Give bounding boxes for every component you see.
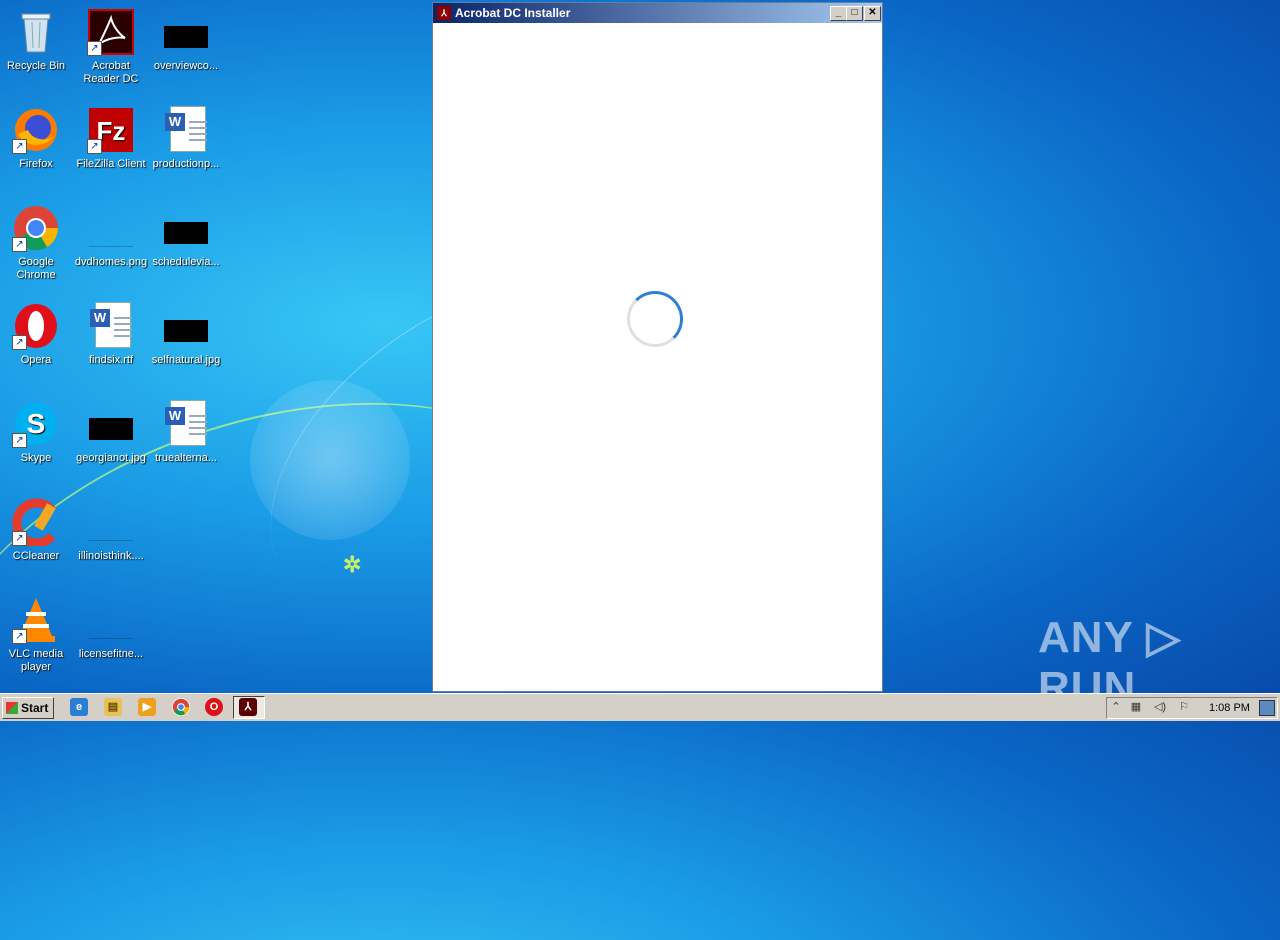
taskbar: Start e ▤ ▶ O ⅄ ⌃ ▦ ◁) ⚐ 1:08 PM (0, 693, 1280, 721)
network-icon[interactable]: ▦ (1129, 700, 1143, 714)
desktop-icon-label: Firefox (19, 158, 53, 170)
desktop-icon-label: overviewco... (153, 60, 219, 72)
shortcut-arrow-icon: ↗ (12, 433, 27, 448)
image-file-icon (162, 204, 210, 252)
clock[interactable]: 1:08 PM (1209, 698, 1250, 718)
shortcut-arrow-icon: ↗ (12, 335, 27, 350)
desktop-icon-label: FileZilla Client (76, 158, 146, 170)
desktop-icon-label: findsix.rtf (88, 354, 133, 366)
loading-spinner-icon (627, 291, 683, 347)
desktop-icon-label: VLC media player (8, 648, 64, 673)
acrobat-icon: ⅄ (437, 6, 451, 20)
image-file-icon (87, 204, 135, 252)
file-icon (87, 498, 135, 546)
installer-window[interactable]: ⅄ Acrobat DC Installer _ □ ✕ (432, 2, 883, 692)
desktop-icon-label: Recycle Bin (6, 60, 66, 72)
opera-icon[interactable]: O (205, 698, 223, 716)
desktop-icon-ccleaner[interactable]: ↗ CCleaner (0, 498, 74, 563)
shortcut-arrow-icon: ↗ (12, 531, 27, 546)
vlc-icon: ↗ (12, 596, 60, 644)
desktop-icon-recycle-bin[interactable]: Recycle Bin (0, 8, 74, 73)
desktop-icon-label: productionp... (152, 158, 220, 170)
desktop-icon-licensefitne[interactable]: licensefitne... (73, 596, 149, 661)
maximize-button[interactable]: □ (846, 6, 863, 21)
svg-text:S: S (27, 408, 46, 439)
shortcut-arrow-icon: ↗ (12, 237, 27, 252)
skype-icon: S ↗ (12, 400, 60, 448)
desktop-icon-schedulevia[interactable]: schedulevia... (148, 204, 224, 269)
desktop-icon-label: Skype (20, 452, 52, 464)
acrobat-icon: ↗ (87, 8, 135, 56)
desktop-icon-acrobat-reader[interactable]: ↗ Acrobat Reader DC (73, 8, 149, 86)
desktop-icon-google-chrome[interactable]: ↗ Google Chrome (0, 204, 74, 282)
desktop-icon-illinoisthink[interactable]: illinoisthink.... (73, 498, 149, 563)
word-document-icon: W (162, 400, 210, 448)
firefox-icon: ↗ (12, 106, 60, 154)
internet-explorer-icon[interactable]: e (70, 698, 88, 716)
start-button[interactable]: Start (2, 697, 54, 719)
desktop-icon-label: schedulevia... (152, 256, 220, 268)
desktop-icon-label: truealterna... (155, 452, 217, 464)
close-button[interactable]: ✕ (864, 6, 881, 21)
chrome-icon: ↗ (12, 204, 60, 252)
desktop-icon-filezilla[interactable]: Fz ↗ FileZilla Client (73, 106, 149, 171)
shortcut-arrow-icon: ↗ (12, 629, 27, 644)
word-document-icon: W (162, 106, 210, 154)
system-tray: ⌃ ▦ ◁) ⚐ 1:08 PM (1106, 697, 1278, 719)
desktop-icon-selfnatural[interactable]: selfnatural.jpg (148, 302, 224, 367)
desktop-icon-findsix[interactable]: W findsix.rtf (73, 302, 149, 367)
desktop-icon-label: Google Chrome (16, 256, 56, 281)
window-titlebar[interactable]: ⅄ Acrobat DC Installer _ □ ✕ (433, 3, 882, 23)
taskbar-item-acrobat-installer[interactable]: ⅄ (233, 696, 265, 719)
desktop-icon-dvdhomes[interactable]: dvdhomes.png (73, 204, 149, 269)
word-document-icon: W (87, 302, 135, 350)
image-file-icon (162, 302, 210, 350)
shortcut-arrow-icon: ↗ (12, 139, 27, 154)
ccleaner-icon: ↗ (12, 498, 60, 548)
file-icon (87, 596, 135, 644)
desktop-icon-label: licensefitne... (78, 648, 144, 660)
image-file-icon (162, 8, 210, 56)
desktop-icon-label: Opera (20, 354, 52, 366)
desktop-icon-label: CCleaner (12, 550, 60, 562)
volume-icon[interactable]: ◁) (1153, 700, 1167, 714)
desktop-icon-vlc[interactable]: ↗ VLC media player (0, 596, 74, 674)
acrobat-icon: ⅄ (239, 698, 257, 716)
image-file-icon (87, 400, 135, 448)
desktop-icon-overviewco[interactable]: overviewco... (148, 8, 224, 73)
chrome-icon[interactable] (172, 698, 190, 716)
desktop-icon-skype[interactable]: S ↗ Skype (0, 400, 74, 465)
minimize-button[interactable]: _ (830, 6, 847, 21)
desktop-icon-opera[interactable]: ↗ Opera (0, 302, 74, 367)
media-player-icon[interactable]: ▶ (138, 698, 156, 716)
filezilla-icon: Fz ↗ (87, 106, 135, 154)
desktop-icon-truealterna[interactable]: W truealterna... (148, 400, 224, 465)
shortcut-arrow-icon: ↗ (87, 139, 102, 154)
desktop-icon-label: illinoisthink.... (78, 550, 144, 562)
show-desktop-button[interactable] (1259, 700, 1275, 716)
desktop-icon-label: Acrobat Reader DC (83, 60, 139, 85)
shortcut-arrow-icon: ↗ (87, 41, 102, 56)
explorer-icon[interactable]: ▤ (104, 698, 122, 716)
desktop-icon-firefox[interactable]: ↗ Firefox (0, 106, 74, 171)
windows-logo-icon (6, 702, 18, 714)
desktop-icon-productionp[interactable]: W productionp... (148, 106, 224, 171)
action-center-flag-icon[interactable]: ⚐ (1177, 700, 1191, 714)
desktop-icon-georgianot[interactable]: georgianot.jpg (73, 400, 149, 465)
wallpaper-glow (250, 380, 410, 540)
recycle-bin-icon (12, 8, 60, 56)
desktop-icon-label: dvdhomes.png (74, 256, 148, 268)
window-title: Acrobat DC Installer (455, 6, 571, 20)
opera-icon: ↗ (12, 302, 60, 350)
show-hidden-icons-chevron-icon[interactable]: ⌃ (1109, 700, 1123, 714)
wallpaper-leaf-icon: ✲ (343, 552, 362, 577)
desktop-icon-label: selfnatural.jpg (151, 354, 221, 366)
desktop-icon-label: georgianot.jpg (76, 452, 146, 464)
